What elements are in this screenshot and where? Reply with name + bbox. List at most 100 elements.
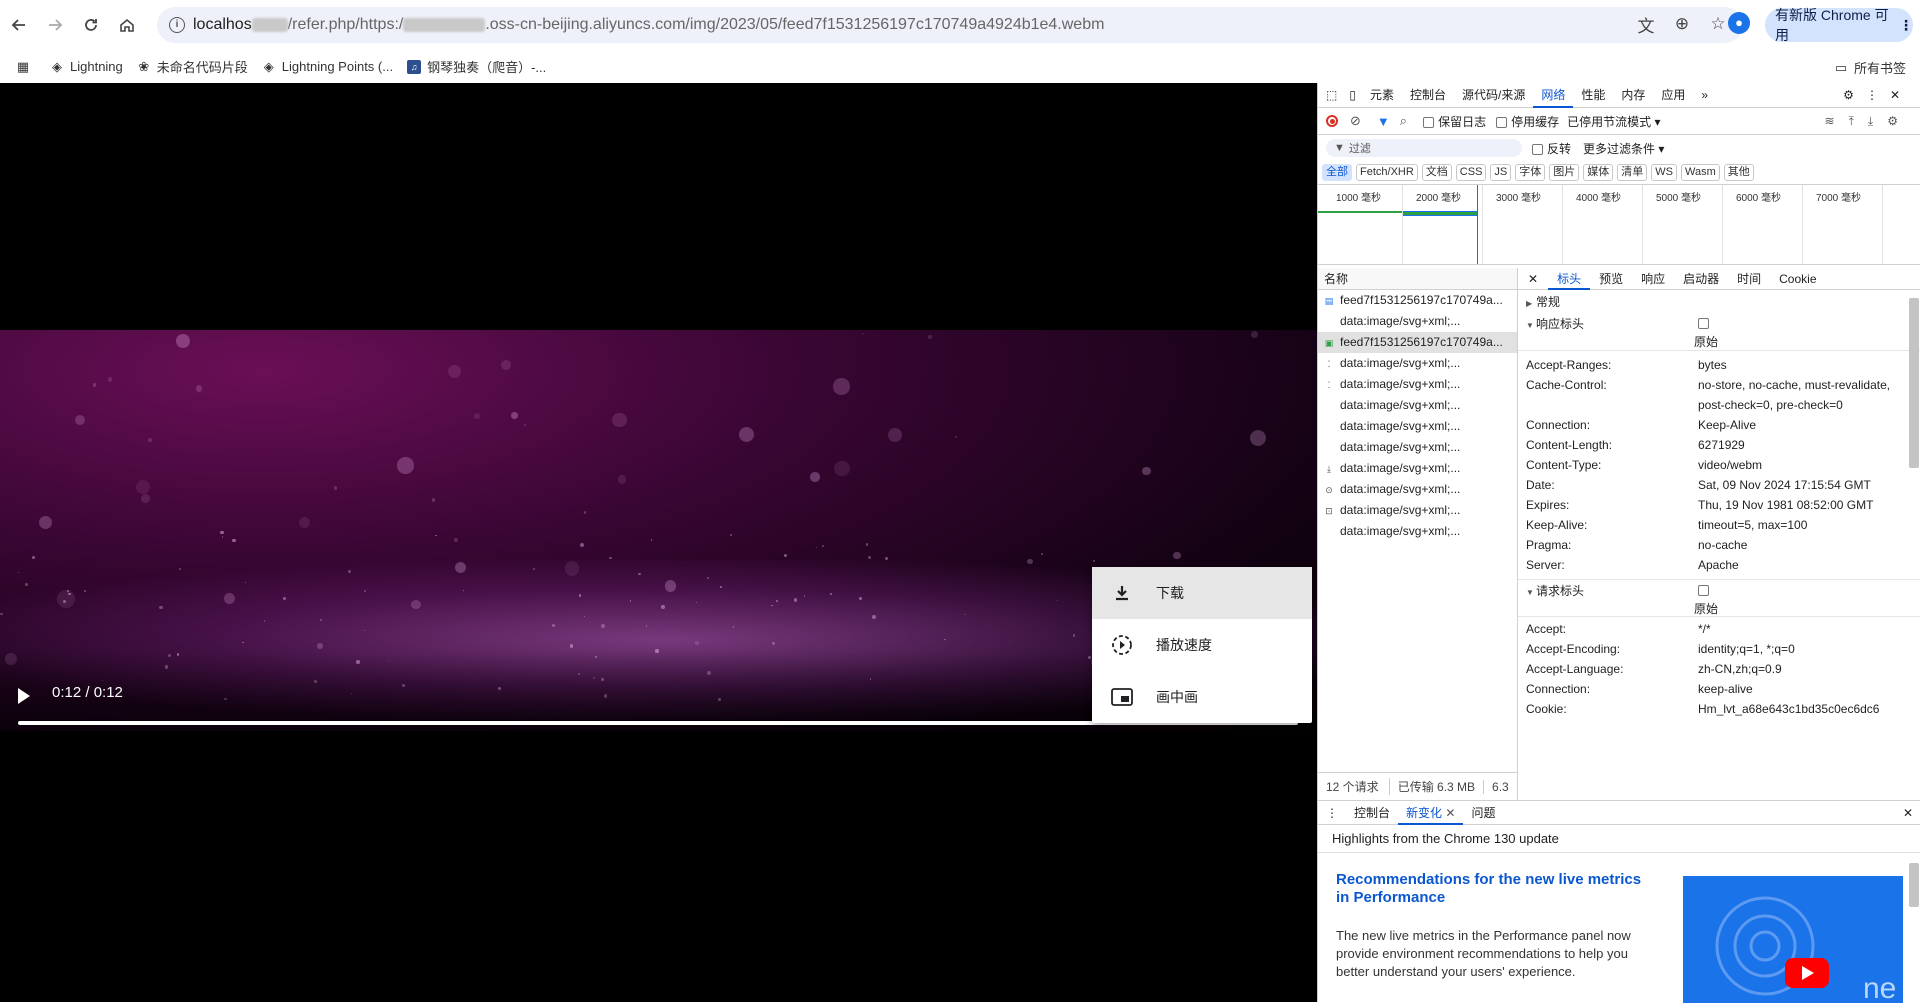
forward-button[interactable] <box>38 8 72 42</box>
bookmark-item[interactable]: ◈ Lightning <box>50 59 123 74</box>
address-bar[interactable]: i localhos/refer.php/https:/ .oss-cn-beij… <box>157 7 1743 43</box>
request-headers-section[interactable]: ▼ 请求标头 原始 <box>1518 579 1920 617</box>
chrome-update-button[interactable]: 有新版 Chrome 可用 ⋮ <box>1765 7 1913 43</box>
translate-icon[interactable]: 文 <box>1635 13 1657 36</box>
playback-speed-menu-item[interactable]: 播放速度 <box>1092 619 1312 671</box>
device-toolbar-icon[interactable]: ▯ <box>1343 83 1362 108</box>
throttle-select[interactable]: 已停用节流模式 ▾ <box>1567 113 1660 130</box>
header-row: Accept-Language: zh-CN,zh;q=0.9 <box>1518 659 1920 679</box>
tab-initiator[interactable]: 启动器 <box>1674 268 1728 290</box>
type-chip[interactable]: 文档 <box>1421 164 1452 181</box>
network-conditions-icon[interactable]: ≋ <box>1825 114 1849 128</box>
drawer-scrollbar[interactable] <box>1909 863 1919 907</box>
star-icon[interactable]: ☆ <box>1707 13 1729 35</box>
pip-menu-item[interactable]: 画中画 <box>1092 671 1312 723</box>
raw-checkbox[interactable] <box>1698 318 1709 329</box>
request-row[interactable]: ▤ feed7f1531256197c170749a... <box>1318 290 1517 311</box>
type-chip[interactable]: Fetch/XHR <box>1356 164 1418 181</box>
bookmark-item[interactable]: ♫ 钢琴独奏（爬音）-... <box>407 57 546 76</box>
upload-icon[interactable]: ⤒ <box>1849 114 1868 128</box>
youtube-play-icon[interactable] <box>1785 958 1829 988</box>
type-chip[interactable]: 媒体 <box>1583 164 1614 181</box>
tab-cookies[interactable]: Cookie <box>1770 268 1825 290</box>
apps-icon[interactable]: ▦ <box>16 59 36 74</box>
type-chip[interactable]: JS <box>1490 164 1512 181</box>
raw-checkbox[interactable] <box>1698 585 1709 596</box>
tab-preview[interactable]: 预览 <box>1590 268 1632 290</box>
type-chip[interactable]: CSS <box>1455 164 1487 181</box>
site-info-icon[interactable]: i <box>169 17 185 33</box>
tab-sources[interactable]: 源代码/来源 <box>1454 83 1533 108</box>
detail-scrollbar[interactable] <box>1909 298 1919 468</box>
kebab-icon[interactable]: ⋮ <box>1866 88 1890 102</box>
news-title[interactable]: Recommendations for the new live metrics… <box>1336 871 1656 907</box>
tab-elements[interactable]: 元素 <box>1362 83 1402 108</box>
record-icon[interactable] <box>1326 115 1338 127</box>
type-chip[interactable]: 清单 <box>1617 164 1648 181</box>
tab-application[interactable]: 应用 <box>1653 83 1693 108</box>
tab-headers[interactable]: 标头 <box>1548 268 1591 290</box>
type-chip[interactable]: 字体 <box>1515 164 1546 181</box>
request-row[interactable]: ⁚ data:image/svg+xml;... <box>1318 353 1517 374</box>
more-filters-dropdown[interactable]: 更多过滤条件 ▾ <box>1583 140 1664 157</box>
nav-bar: i localhos/refer.php/https:/ .oss-cn-beij… <box>0 0 1920 50</box>
drawer-tab-whats-new[interactable]: 新变化 ✕ <box>1398 801 1464 825</box>
search-icon[interactable]: ⌕ <box>1400 113 1407 129</box>
reload-button[interactable] <box>74 8 108 42</box>
filter-icon[interactable]: ▼ <box>1377 114 1390 129</box>
download-menu-item[interactable]: 下载 <box>1092 567 1312 619</box>
more-menu-icon[interactable]: ⋮ <box>1899 17 1913 34</box>
network-settings-icon[interactable]: ⚙ <box>1887 114 1912 128</box>
tab-console[interactable]: 控制台 <box>1402 83 1454 108</box>
close-drawer-icon[interactable]: ✕ <box>1903 801 1913 825</box>
request-row[interactable]: ⊙ data:image/svg+xml;... <box>1318 479 1517 500</box>
request-row[interactable]: data:image/svg+xml;... <box>1318 437 1517 458</box>
request-row[interactable]: ⤓ data:image/svg+xml;... <box>1318 458 1517 479</box>
general-section[interactable]: ▶ 常规 <box>1518 291 1920 313</box>
gridline <box>1722 185 1723 264</box>
request-row[interactable]: ⊡ data:image/svg+xml;... <box>1318 500 1517 521</box>
more-tabs-icon[interactable]: » <box>1693 83 1716 108</box>
request-row[interactable]: data:image/svg+xml;... <box>1318 311 1517 332</box>
close-tab-icon[interactable]: ✕ <box>1445 806 1455 820</box>
request-row[interactable]: ▣ feed7f1531256197c170749a... <box>1318 332 1517 353</box>
request-row[interactable]: data:image/svg+xml;... <box>1318 521 1517 542</box>
tab-performance[interactable]: 性能 <box>1573 83 1613 108</box>
all-bookmarks[interactable]: ▭ 所有书签 <box>1834 58 1906 77</box>
play-button[interactable] <box>18 688 30 704</box>
download-har-icon[interactable]: ⤓ <box>1868 114 1887 128</box>
close-icon[interactable]: ✕ <box>1890 88 1912 102</box>
inspect-icon[interactable]: ⬚ <box>1318 83 1343 108</box>
type-chip[interactable]: 全部 <box>1322 164 1352 181</box>
profile-avatar[interactable]: ● <box>1728 12 1750 34</box>
settings-icon[interactable]: ⚙ <box>1843 88 1866 102</box>
video-thumbnail[interactable]: ne <box>1683 876 1903 1003</box>
drawer-tab-issues[interactable]: 问题 <box>1463 801 1503 825</box>
preserve-log-checkbox[interactable]: 保留日志 <box>1423 113 1486 130</box>
back-button[interactable] <box>2 8 36 42</box>
tab-timing[interactable]: 时间 <box>1728 268 1770 290</box>
bookmark-item[interactable]: ◈ Lightning Points (... <box>262 59 393 74</box>
home-button[interactable] <box>110 8 144 42</box>
type-chip[interactable]: Wasm <box>1681 164 1720 181</box>
tab-memory[interactable]: 内存 <box>1613 83 1653 108</box>
type-chip[interactable]: 其他 <box>1723 164 1754 181</box>
type-chip[interactable]: WS <box>1651 164 1677 181</box>
request-row[interactable]: ⁚ data:image/svg+xml;... <box>1318 374 1517 395</box>
zoom-icon[interactable]: ⊕ <box>1671 13 1693 35</box>
tab-response[interactable]: 响应 <box>1632 268 1674 290</box>
disable-cache-checkbox[interactable]: 停用缓存 <box>1496 113 1559 130</box>
request-row[interactable]: data:image/svg+xml;... <box>1318 395 1517 416</box>
type-chip[interactable]: 图片 <box>1549 164 1580 181</box>
tab-network[interactable]: 网络 <box>1533 83 1574 108</box>
name-column-header[interactable]: 名称 <box>1318 268 1517 290</box>
clear-icon[interactable]: ⊘ <box>1350 113 1361 129</box>
request-row[interactable]: data:image/svg+xml;... <box>1318 416 1517 437</box>
invert-checkbox[interactable]: 反转 <box>1532 140 1571 157</box>
drawer-tab-console[interactable]: 控制台 <box>1346 801 1398 825</box>
bookmark-item[interactable]: ❀ 未命名代码片段 <box>137 57 247 76</box>
drawer-menu-icon[interactable]: ⋮ <box>1318 801 1346 825</box>
filter-input[interactable]: ▼ 过滤 <box>1326 139 1522 157</box>
response-headers-section[interactable]: ▼ 响应标头 原始 <box>1518 313 1920 351</box>
close-detail-icon[interactable]: ✕ <box>1518 268 1548 290</box>
